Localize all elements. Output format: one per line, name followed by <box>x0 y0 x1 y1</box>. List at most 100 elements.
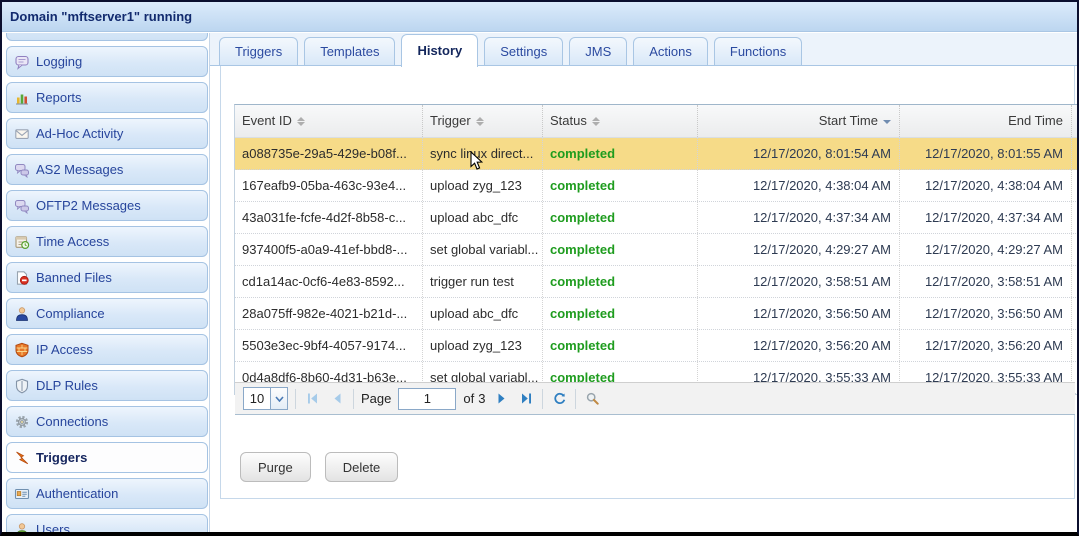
cell-trigger[interactable]: trigger run test <box>423 266 543 297</box>
sidebar-item-oftp2-messages[interactable]: OFTP2 Messages <box>6 190 208 221</box>
cell-status[interactable]: completed <box>543 266 698 297</box>
sidebar: Keys Logging Reports Ad-Hoc Activity AS2 Mes… <box>6 33 208 532</box>
cell-end-time[interactable]: 12/17/2020, 3:58:51 AM <box>900 266 1072 297</box>
cell-start-time[interactable]: 12/17/2020, 4:29:27 AM <box>698 234 900 265</box>
cell-end-time[interactable]: 12/17/2020, 4:38:04 AM <box>900 170 1072 201</box>
cell-event-id[interactable]: cd1a14ac-0cf6-4e83-8592... <box>235 266 423 297</box>
sidebar-item-label: Logging <box>36 54 83 69</box>
cell-filler <box>1072 266 1077 297</box>
sidebar-item-logging[interactable]: Logging <box>6 46 208 77</box>
search-icon[interactable] <box>583 390 601 408</box>
cell-event-id[interactable]: a088735e-29a5-429e-b08f... <box>235 138 423 169</box>
column-header-start-time[interactable]: Start Time <box>698 105 900 137</box>
cell-filler <box>1072 330 1077 361</box>
tab-jms[interactable]: JMS <box>569 37 628 65</box>
sidebar-item-ip-access[interactable]: IP Access <box>6 334 208 365</box>
cell-start-time[interactable]: 12/17/2020, 3:58:51 AM <box>698 266 900 297</box>
sort-both-icon <box>591 117 600 127</box>
sidebar-item-ad-hoc-activity[interactable]: Ad-Hoc Activity <box>6 118 208 149</box>
sidebar-item-connections[interactable]: Connections <box>6 406 208 437</box>
table-row[interactable]: 28a075ff-982e-4021-b21d-... upload abc_df… <box>235 298 1077 330</box>
sidebar-item-label: AS2 Messages <box>36 162 124 177</box>
cell-status[interactable]: completed <box>543 298 698 329</box>
tab-templates[interactable]: Templates <box>304 37 396 65</box>
sidebar-item-compliance[interactable]: Compliance <box>6 298 208 329</box>
page-number-input[interactable] <box>398 387 457 410</box>
app-window: Domain "mftserver1" running Keys Logging R… <box>0 0 1079 536</box>
table-row[interactable]: 937400f5-a0a9-41ef-bbd8-... set global va… <box>235 234 1077 266</box>
cell-status[interactable]: completed <box>543 138 698 169</box>
table-row[interactable]: 5503e3ec-9bf4-4057-9174... upload zyg_123… <box>235 330 1077 362</box>
tab-triggers[interactable]: Triggers <box>219 37 299 65</box>
last-page-icon[interactable] <box>517 390 535 408</box>
id-card-icon <box>14 486 30 502</box>
cell-start-time[interactable]: 12/17/2020, 3:56:20 AM <box>698 330 900 361</box>
next-page-icon[interactable] <box>492 390 510 408</box>
cell-status[interactable]: completed <box>543 234 698 265</box>
sidebar-item-time-access[interactable]: Time Access <box>6 226 208 257</box>
message-bubbles-icon <box>14 162 30 178</box>
cell-start-time[interactable]: 12/17/2020, 4:38:04 AM <box>698 170 900 201</box>
column-header-trigger[interactable]: Trigger <box>423 105 543 137</box>
cell-end-time[interactable]: 12/17/2020, 3:56:50 AM <box>900 298 1072 329</box>
cell-trigger[interactable]: upload zyg_123 <box>423 170 543 201</box>
cell-trigger[interactable]: set global variabl... <box>423 234 543 265</box>
purge-button[interactable]: Purge <box>240 452 311 482</box>
cell-event-id[interactable]: 937400f5-a0a9-41ef-bbd8-... <box>235 234 423 265</box>
sidebar-item-label: Ad-Hoc Activity <box>36 126 124 141</box>
cell-start-time[interactable]: 12/17/2020, 4:37:34 AM <box>698 202 900 233</box>
sidebar-item-users[interactable]: Users <box>6 514 208 532</box>
sidebar-item-keys[interactable]: Keys <box>6 33 208 41</box>
cell-trigger[interactable]: upload zyg_123 <box>423 330 543 361</box>
cell-event-id[interactable]: 43a031fe-fcfe-4d2f-8b58-c... <box>235 202 423 233</box>
column-header-filler <box>1072 105 1077 137</box>
cell-filler <box>1072 170 1077 201</box>
first-page-icon[interactable] <box>303 390 321 408</box>
cell-event-id[interactable]: 28a075ff-982e-4021-b21d-... <box>235 298 423 329</box>
sidebar-item-as2-messages[interactable]: AS2 Messages <box>6 154 208 185</box>
cell-status[interactable]: completed <box>543 170 698 201</box>
cell-trigger[interactable]: upload abc_dfc <box>423 202 543 233</box>
sidebar-item-label: Reports <box>36 90 82 105</box>
cell-start-time[interactable]: 12/17/2020, 8:01:54 AM <box>698 138 900 169</box>
cell-event-id[interactable]: 167eafb9-05ba-463c-93e4... <box>235 170 423 201</box>
column-header-event-id[interactable]: Event ID <box>235 105 423 137</box>
prev-page-icon[interactable] <box>328 390 346 408</box>
refresh-icon[interactable] <box>550 390 568 408</box>
cell-event-id[interactable]: 5503e3ec-9bf4-4057-9174... <box>235 330 423 361</box>
cell-end-time[interactable]: 12/17/2020, 8:01:55 AM <box>900 138 1072 169</box>
total-pages: 3 <box>478 391 486 406</box>
cell-trigger[interactable]: sync linux direct... <box>423 138 543 169</box>
cell-trigger[interactable]: upload abc_dfc <box>423 298 543 329</box>
sidebar-item-authentication[interactable]: Authentication <box>6 478 208 509</box>
table-row[interactable]: 43a031fe-fcfe-4d2f-8b58-c... upload abc_d… <box>235 202 1077 234</box>
cell-end-time[interactable]: 12/17/2020, 4:29:27 AM <box>900 234 1072 265</box>
sidebar-item-triggers[interactable]: Triggers <box>6 442 208 473</box>
tab-functions[interactable]: Functions <box>713 37 803 65</box>
sidebar-item-label: Compliance <box>36 306 105 321</box>
table-header-row: Event ID Trigger Status Start Time End Time <box>235 105 1077 138</box>
table-row[interactable]: 167eafb9-05ba-463c-93e4... upload zyg_123… <box>235 170 1077 202</box>
page-size-select[interactable]: 10 <box>243 387 288 410</box>
column-header-status[interactable]: Status <box>543 105 698 137</box>
table-row[interactable]: a088735e-29a5-429e-b08f... sync linux dir… <box>235 138 1077 170</box>
table-row[interactable]: cd1a14ac-0cf6-4e83-8592... trigger run te… <box>235 266 1077 298</box>
sidebar-item-reports[interactable]: Reports <box>6 82 208 113</box>
cell-start-time[interactable]: 12/17/2020, 3:56:50 AM <box>698 298 900 329</box>
cell-end-time[interactable]: 12/17/2020, 4:37:34 AM <box>900 202 1072 233</box>
sidebar-item-banned-files[interactable]: Banned Files <box>6 262 208 293</box>
bar-chart-icon <box>14 90 30 106</box>
column-label: Status <box>550 113 587 128</box>
cell-end-time[interactable]: 12/17/2020, 3:56:20 AM <box>900 330 1072 361</box>
tab-actions[interactable]: Actions <box>633 37 708 65</box>
tab-history[interactable]: History <box>401 34 479 67</box>
cell-status[interactable]: completed <box>543 330 698 361</box>
delete-button[interactable]: Delete <box>324 452 399 482</box>
trigger-flash-icon <box>14 450 30 466</box>
cell-filler <box>1072 138 1077 169</box>
sidebar-item-dlp-rules[interactable]: DLP Rules <box>6 370 208 401</box>
sort-both-icon <box>475 117 484 127</box>
tab-settings[interactable]: Settings <box>484 37 564 65</box>
column-header-end-time[interactable]: End Time <box>900 105 1072 137</box>
cell-status[interactable]: completed <box>543 202 698 233</box>
